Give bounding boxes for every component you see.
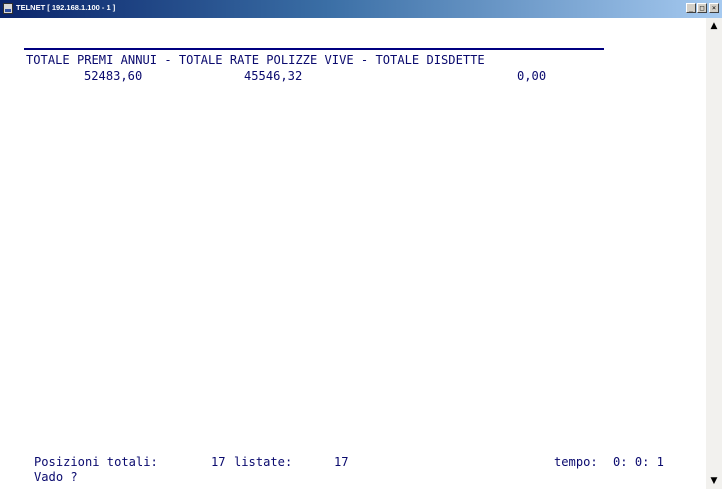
posizioni-totali-value: 17 xyxy=(211,455,226,469)
totale-rate-polizze-vive-value: 45546,32 xyxy=(244,69,303,83)
totale-disdette-value: 0,00 xyxy=(517,69,547,83)
tempo-label: tempo: xyxy=(554,455,598,469)
listate-value: 17 xyxy=(334,455,349,469)
listate-label: listate: xyxy=(234,455,293,469)
maximize-button[interactable]: □ xyxy=(697,3,707,13)
command-prompt[interactable]: Vado ? xyxy=(34,470,78,484)
minimize-button[interactable]: _ xyxy=(686,3,696,13)
scroll-down-icon[interactable]: ▼ xyxy=(706,473,722,489)
totale-premi-annui-value: 52483,60 xyxy=(84,69,143,83)
scroll-up-icon[interactable]: ▲ xyxy=(706,18,722,34)
terminal-app-icon xyxy=(3,3,13,14)
posizioni-totali-label: Posizioni totali: xyxy=(34,455,158,469)
totals-header: TOTALE PREMI ANNUI - TOTALE RATE POLIZZE… xyxy=(26,53,485,67)
window-titlebar[interactable]: TELNET [ 192.168.1.100 - 1 ] _ □ × xyxy=(0,0,722,18)
terminal-screen[interactable] xyxy=(0,18,706,489)
vertical-scrollbar[interactable]: ▲ ▼ xyxy=(706,18,722,489)
tempo-value: 0: 0: 1 xyxy=(613,455,664,469)
window-title: TELNET [ 192.168.1.100 - 1 ] xyxy=(16,3,116,12)
close-button[interactable]: × xyxy=(709,3,719,13)
header-rule xyxy=(24,48,604,50)
